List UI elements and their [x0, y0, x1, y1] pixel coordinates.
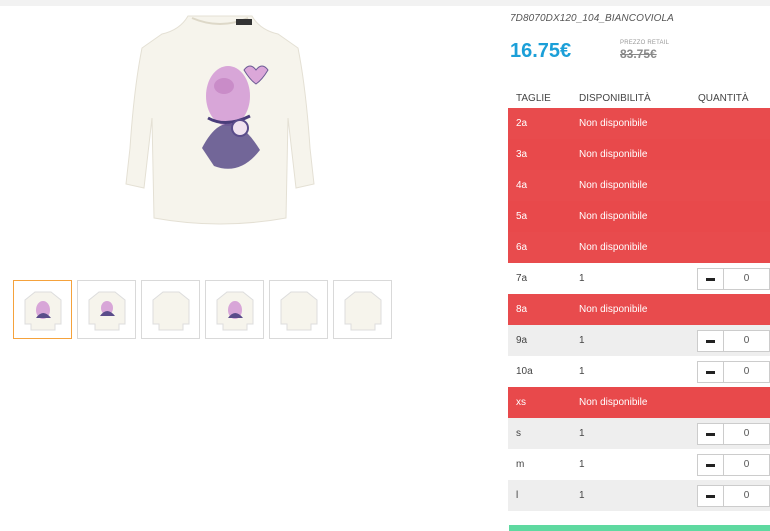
availability-label: 1: [579, 335, 585, 346]
size-table: TAGLIE DISPONIBILITÀ QUANTITÀ 2a Non disp…: [508, 92, 770, 511]
size-label: s: [516, 428, 521, 439]
quantity-stepper[interactable]: 0: [697, 361, 770, 383]
quantity-input[interactable]: 0: [724, 486, 769, 506]
top-strip: [0, 0, 770, 6]
size-label: 6a: [516, 242, 528, 253]
table-row: 4a Non disponibile: [508, 170, 770, 201]
product-price: 16.75€: [510, 40, 572, 62]
size-label: 5a: [516, 211, 528, 222]
header-sizes: TAGLIE: [516, 93, 551, 104]
quantity-input[interactable]: 0: [724, 424, 769, 444]
minus-icon[interactable]: [698, 362, 724, 382]
quantity-stepper[interactable]: 0: [697, 268, 770, 290]
size-label: 9a: [516, 335, 528, 346]
table-row: xs Non disponibile: [508, 387, 770, 418]
minus-icon[interactable]: [698, 331, 724, 351]
product-main-image: [110, 8, 330, 233]
table-row: 5a Non disponibile: [508, 201, 770, 232]
minus-icon[interactable]: [698, 424, 724, 444]
size-label: 2a: [516, 118, 528, 129]
availability-label: Non disponibile: [579, 118, 648, 129]
availability-label: 1: [579, 490, 585, 501]
minus-icon[interactable]: [698, 455, 724, 475]
table-row: 8a Non disponibile: [508, 294, 770, 325]
availability-label: Non disponibile: [579, 397, 648, 408]
thumbnail-1[interactable]: [13, 280, 72, 339]
quantity-input[interactable]: 0: [724, 269, 769, 289]
table-body: 2a Non disponibile 3a Non disponibile 4a Non …: [508, 108, 770, 511]
header-availability: DISPONIBILITÀ: [579, 93, 651, 104]
size-label: m: [516, 459, 525, 470]
availability-label: Non disponibile: [579, 180, 648, 191]
table-row: l 1 0: [508, 480, 770, 511]
availability-label: 1: [579, 366, 585, 377]
availability-label: Non disponibile: [579, 211, 648, 222]
quantity-input[interactable]: 0: [724, 331, 769, 351]
quantity-input[interactable]: 0: [724, 455, 769, 475]
availability-label: Non disponibile: [579, 149, 648, 160]
thumbnail-6[interactable]: [333, 280, 392, 339]
size-label: l: [516, 490, 519, 501]
availability-label: Non disponibile: [579, 304, 648, 315]
quantity-input[interactable]: 0: [724, 362, 769, 382]
table-row: s 1 0: [508, 418, 770, 449]
table-row: 2a Non disponibile: [508, 108, 770, 139]
availability-label: Non disponibile: [579, 242, 648, 253]
thumbnail-strip: [13, 280, 392, 339]
availability-label: 1: [579, 459, 585, 470]
quantity-stepper[interactable]: 0: [697, 454, 770, 476]
table-row: 10a 1 0: [508, 356, 770, 387]
minus-icon[interactable]: [698, 269, 724, 289]
size-label: 4a: [516, 180, 528, 191]
availability-label: 1: [579, 428, 585, 439]
table-row: 6a Non disponibile: [508, 232, 770, 263]
retail-price: 83.75€: [620, 47, 657, 61]
retail-price-label: PREZZO RETAIL: [620, 40, 670, 46]
table-row: 9a 1 0: [508, 325, 770, 356]
quantity-stepper[interactable]: 0: [697, 485, 770, 507]
availability-label: 1: [579, 273, 585, 284]
table-row: 3a Non disponibile: [508, 139, 770, 170]
size-label: 8a: [516, 304, 528, 315]
table-header: TAGLIE DISPONIBILITÀ QUANTITÀ: [508, 92, 770, 108]
table-row: m 1 0: [508, 449, 770, 480]
header-quantity: QUANTITÀ: [698, 93, 749, 104]
size-label: 10a: [516, 366, 533, 377]
size-label: 7a: [516, 273, 528, 284]
thumbnail-3[interactable]: [141, 280, 200, 339]
add-to-cart-button[interactable]: [509, 525, 770, 531]
quantity-stepper[interactable]: 0: [697, 330, 770, 352]
minus-icon[interactable]: [698, 486, 724, 506]
quantity-stepper[interactable]: 0: [697, 423, 770, 445]
size-label: 3a: [516, 149, 528, 160]
thumbnail-2[interactable]: [77, 280, 136, 339]
product-sku: 7D8070DX120_104_BIANCOVIOLA: [510, 13, 674, 24]
thumbnail-4[interactable]: [205, 280, 264, 339]
thumbnail-5[interactable]: [269, 280, 328, 339]
size-label: xs: [516, 397, 526, 408]
table-row: 7a 1 0: [508, 263, 770, 294]
